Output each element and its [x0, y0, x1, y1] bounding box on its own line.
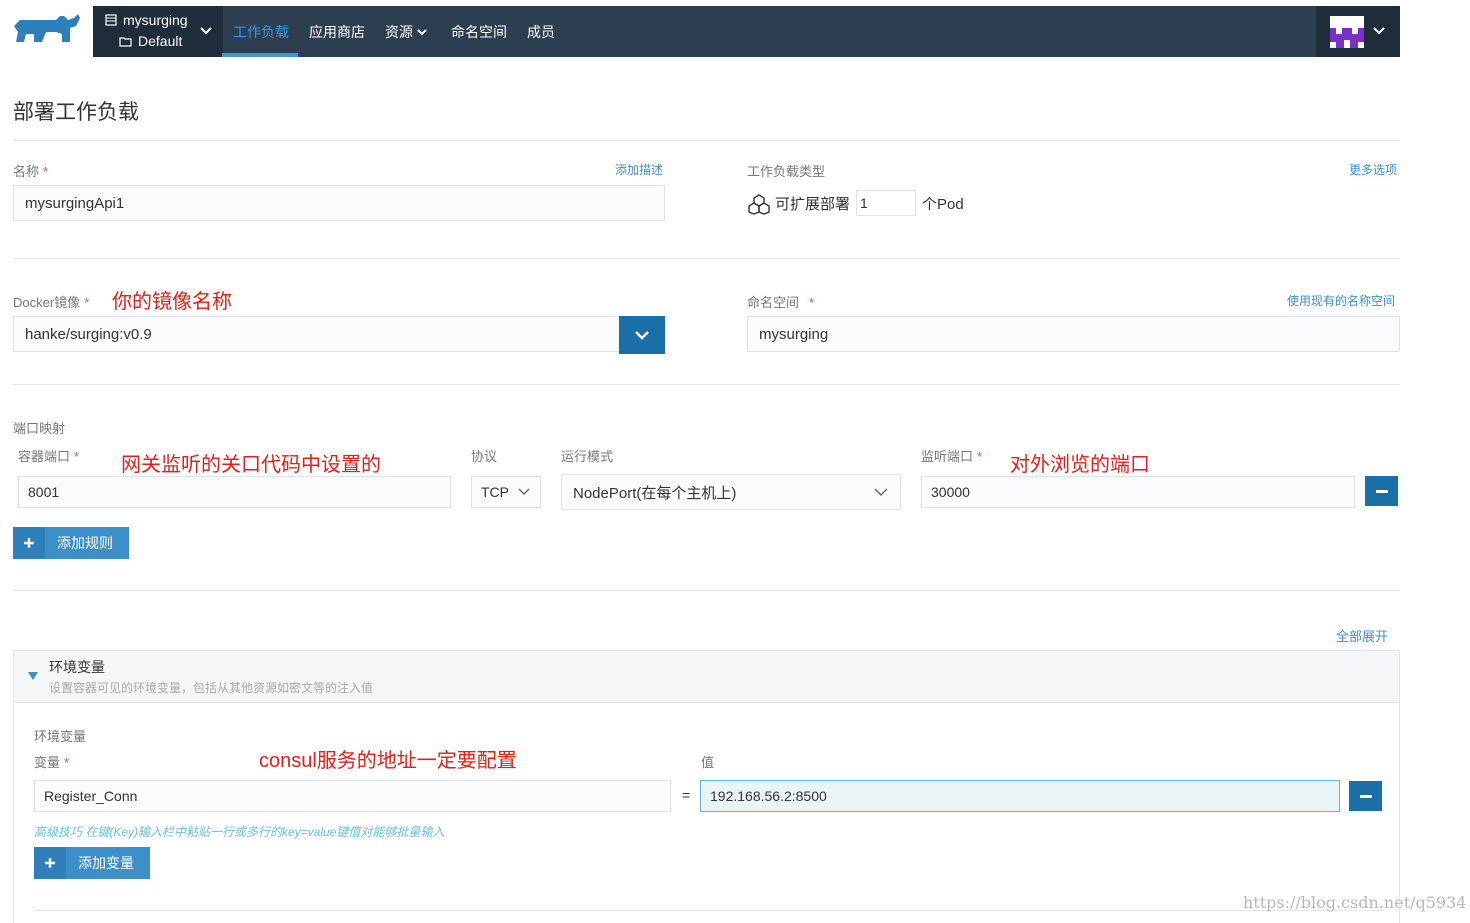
chevron-down-icon — [635, 331, 649, 340]
divider — [13, 258, 1400, 259]
top-navigation-bar — [93, 6, 1400, 57]
page-title: 部署工作负载 — [13, 101, 139, 124]
rancher-logo-icon[interactable] — [12, 12, 82, 48]
chevron-down-icon — [874, 488, 888, 496]
container-port-label: 容器端口 * — [18, 449, 80, 464]
project-name: Default — [119, 33, 182, 49]
divider — [13, 384, 1400, 385]
workload-type-label: 工作负载类型 — [747, 164, 826, 179]
cluster-label: mysurging — [123, 12, 188, 28]
plus-icon — [13, 527, 45, 559]
pod-unit-label: 个Pod — [922, 196, 964, 213]
divider — [34, 910, 1384, 911]
listen-port-input[interactable]: 30000 — [921, 476, 1355, 508]
equals-sign: = — [682, 787, 691, 803]
use-existing-namespace-link[interactable]: 使用现有的名称空间 — [1287, 292, 1395, 309]
cluster-icon — [105, 14, 117, 26]
annotation-consul: consul服务的地址一定要配置 — [259, 750, 517, 772]
divider — [13, 590, 1400, 591]
annotation-gateway-port: 网关监听的关口代码中设置的 — [121, 454, 381, 476]
chevron-down-icon — [518, 488, 530, 495]
nav-members[interactable]: 成员 — [527, 6, 555, 57]
chevron-down-icon — [417, 28, 427, 35]
cluster-project-switcher[interactable]: mysurging Default — [93, 6, 223, 57]
namespace-input[interactable]: mysurging — [747, 316, 1400, 352]
var-key-label: 变量 * — [34, 755, 70, 770]
docker-image-input[interactable]: hanke/surging:v0.9 — [13, 316, 620, 352]
annotation-external-port: 对外浏览的端口 — [1010, 454, 1150, 476]
divider — [13, 140, 1400, 141]
more-options-link[interactable]: 更多选项 — [1349, 161, 1397, 178]
watermark: https://blog.csdn.net/q5934 — [1243, 893, 1467, 912]
scalable-deployment-icon — [748, 194, 770, 215]
expand-all-link[interactable]: 全部展开 — [1336, 626, 1388, 645]
remove-variable-button[interactable] — [1349, 781, 1382, 811]
env-section-title: 环境变量 — [49, 659, 105, 675]
env-section-description: 设置容器可见的环境变量，包括从其他资源如密文等的注入值 — [49, 681, 374, 695]
chevron-down-icon — [1373, 27, 1385, 35]
add-variable-button[interactable]: 添加变量 — [34, 847, 150, 879]
add-rule-button[interactable]: 添加规则 — [13, 527, 129, 559]
remove-port-button[interactable] — [1365, 476, 1398, 506]
mode-value: NodePort(在每个主机上) — [573, 484, 737, 502]
cluster-name: mysurging — [105, 12, 188, 28]
var-value-label: 值 — [701, 755, 715, 770]
env-sub-label: 环境变量 — [34, 729, 87, 744]
plus-icon — [34, 847, 66, 879]
nav-namespaces[interactable]: 命名空间 — [451, 6, 507, 57]
name-label: 名称 * — [13, 164, 49, 179]
nav-workloads[interactable]: 工作负载 — [233, 6, 289, 57]
protocol-select[interactable]: TCP — [471, 476, 541, 508]
folder-icon — [119, 36, 132, 47]
nav-catalog[interactable]: 应用商店 — [309, 6, 365, 57]
annotation-image-name: 你的镜像名称 — [112, 291, 232, 313]
mode-select[interactable]: NodePort(在每个主机上) — [561, 474, 901, 510]
docker-image-label: Docker镜像 * — [13, 295, 90, 310]
project-label: Default — [138, 33, 183, 49]
batch-input-tip: 高级技巧 在键(Key)输入栏中粘贴一行或多行的key=value键值对能够批量… — [34, 825, 445, 839]
avatar[interactable] — [1330, 16, 1364, 48]
env-value-input[interactable]: 192.168.56.2:8500 — [700, 780, 1340, 812]
port-mapping-label: 端口映射 — [13, 421, 66, 436]
name-input[interactable]: mysurgingApi1 — [13, 185, 665, 221]
image-dropdown-button[interactable] — [619, 316, 665, 354]
listen-port-label: 监听端口 * — [921, 449, 983, 464]
nav-active-indicator — [222, 53, 298, 57]
add-description-link[interactable]: 添加描述 — [615, 161, 663, 178]
mode-label: 运行模式 — [561, 449, 614, 464]
caret-down-icon[interactable] — [27, 671, 39, 681]
env-key-input[interactable]: Register_Conn — [34, 780, 671, 812]
container-port-input[interactable]: 8001 — [18, 476, 451, 508]
namespace-label: 命名空间 * — [747, 295, 815, 310]
env-section-body — [13, 702, 1400, 923]
nav-resources[interactable]: 资源 — [385, 6, 428, 57]
pod-count-input[interactable]: 1 — [856, 190, 916, 216]
chevron-down-icon — [200, 27, 212, 35]
protocol-value: TCP — [481, 484, 509, 500]
protocol-label: 协议 — [471, 449, 498, 464]
workload-type-value: 可扩展部署 — [775, 196, 851, 213]
